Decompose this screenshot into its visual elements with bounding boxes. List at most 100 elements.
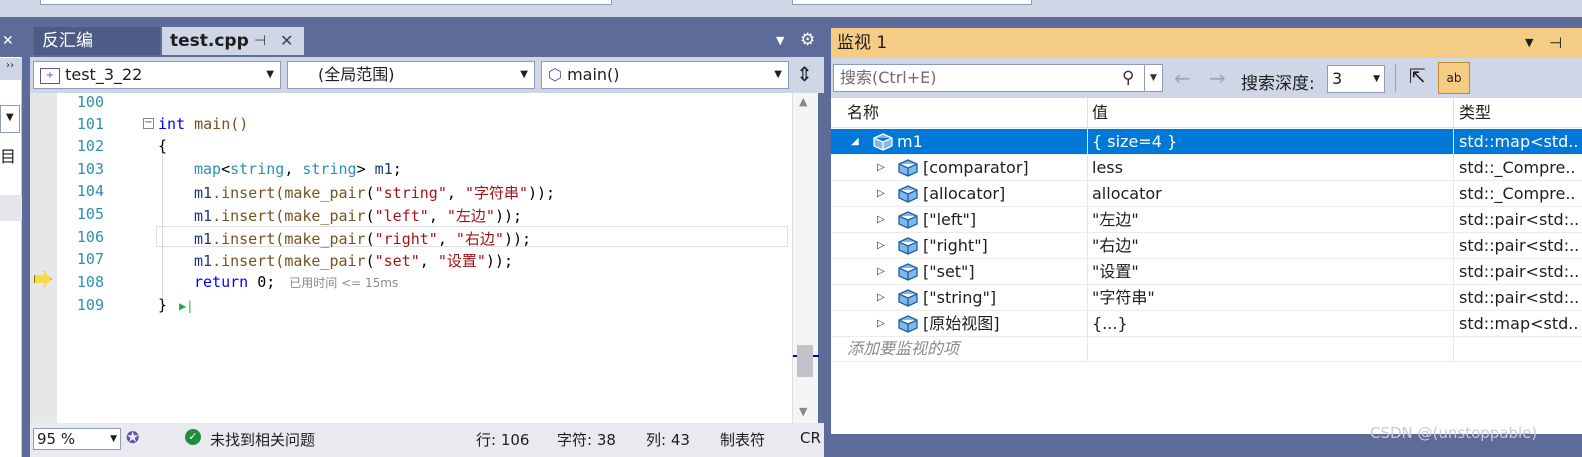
- line-number: 103: [76, 160, 104, 178]
- collapsed-triangle-icon[interactable]: ▷: [877, 181, 885, 206]
- watch-row[interactable]: ▷ [comparator] less std::_Compre..: [831, 155, 1582, 181]
- code-line-102[interactable]: {: [158, 137, 167, 155]
- window-menu-dropdown-icon[interactable]: ▼: [1525, 28, 1533, 58]
- code-line-109[interactable]: } ▶|: [158, 296, 193, 314]
- project-dropdown[interactable]: + test_3_22 ▼: [33, 61, 281, 89]
- watch-row[interactable]: ▷ [原始视图] {...} std::map<std..: [831, 311, 1582, 337]
- watch-row[interactable]: ◢ m1 { size=4 } std::map<std..: [831, 129, 1582, 155]
- watch-row-value[interactable]: "字符串": [1092, 288, 1155, 307]
- panel-splitter[interactable]: [824, 17, 831, 457]
- function-signature: main(): [185, 115, 249, 133]
- collapsed-triangle-icon[interactable]: ▷: [877, 259, 885, 284]
- left-panel-selected-item[interactable]: [0, 195, 22, 221]
- collapsed-triangle-icon[interactable]: ▷: [877, 233, 885, 258]
- variable: m1: [374, 160, 393, 178]
- watch-row-value[interactable]: "右边": [1092, 236, 1139, 255]
- code-line-106[interactable]: m1.insert(make_pair("right", "右边"));: [194, 228, 531, 249]
- method-call: .insert(: [212, 252, 285, 270]
- watch-row-type: std::_Compre..: [1459, 158, 1576, 177]
- watch-row-type: std::pair<std:..: [1459, 210, 1580, 229]
- line-number: 104: [76, 182, 104, 200]
- tabs-indicator[interactable]: 制表符: [720, 429, 765, 450]
- indicator-margin[interactable]: [30, 93, 57, 423]
- brace: {: [158, 137, 168, 155]
- search-depth-dropdown[interactable]: 3 ▼: [1327, 65, 1385, 93]
- variable: m1: [194, 252, 213, 270]
- collapsed-triangle-icon[interactable]: ▷: [877, 285, 885, 310]
- close-icon[interactable]: ✕: [2, 33, 14, 49]
- collapsed-triangle-icon[interactable]: ▷: [877, 311, 885, 336]
- scope-dropdown[interactable]: (全局范围) ▼: [287, 61, 535, 89]
- line-number: 100: [76, 93, 104, 111]
- add-watch-row[interactable]: 添加要监视的项: [831, 336, 1582, 362]
- tab-test-cpp[interactable]: test.cpp ⊣ ✕: [162, 27, 304, 55]
- watch-row-value[interactable]: less: [1092, 158, 1123, 177]
- char-indicator[interactable]: 字符: 38: [557, 429, 616, 450]
- expanded-triangle-icon[interactable]: ◢: [851, 129, 859, 154]
- code-line-103[interactable]: map<string, string> m1;: [194, 160, 402, 178]
- run-to-click-icon[interactable]: ▶|: [179, 299, 193, 313]
- gear-icon[interactable]: ⚙: [800, 30, 815, 50]
- chevron-down-icon[interactable]: ▼: [1144, 65, 1162, 91]
- watch-row-name: ["set"]: [923, 262, 975, 281]
- issues-status[interactable]: 未找到相关问题: [210, 429, 315, 450]
- watch-row[interactable]: ▷ ["string"] "字符串" std::pair<std:..: [831, 285, 1582, 311]
- watch-row-type: std::map<std..: [1459, 314, 1579, 333]
- watch-row-value[interactable]: { size=4 }: [1092, 132, 1177, 151]
- search-icon[interactable]: ⚲: [1122, 65, 1134, 91]
- tab-list-dropdown-icon[interactable]: ▼: [776, 34, 784, 47]
- column-header-type[interactable]: 类型: [1454, 98, 1582, 128]
- code-line-107[interactable]: m1.insert(make_pair("set", "设置"));: [194, 250, 513, 271]
- code-line-105[interactable]: m1.insert(make_pair("left", "左边"));: [194, 205, 522, 226]
- object-cube-icon: [898, 289, 918, 307]
- toolbar-combo-edge-2[interactable]: [792, 0, 1032, 5]
- left-panel-dropdown[interactable]: ▼: [0, 105, 20, 133]
- editor-vertical-scrollbar[interactable]: ▲ ▼: [792, 93, 819, 423]
- zoom-dropdown[interactable]: 95 % ▼: [33, 428, 121, 450]
- split-window-icon[interactable]: ⇕: [796, 62, 813, 86]
- member-dropdown[interactable]: ⬡ main() ▼: [541, 61, 789, 89]
- view-toggle-icon[interactable]: ab: [1438, 62, 1470, 94]
- type-string: string: [230, 160, 285, 178]
- watch-row-value[interactable]: {...}: [1092, 314, 1128, 333]
- watch-row-value[interactable]: "左边": [1092, 210, 1139, 229]
- collapse-icon[interactable]: −: [143, 118, 154, 129]
- scroll-thumb[interactable]: [797, 345, 813, 377]
- toolbar-combo-edge[interactable]: [40, 0, 612, 5]
- column-header-name[interactable]: 名称: [831, 98, 1088, 128]
- left-panel-header: ✕: [0, 17, 22, 57]
- col-indicator[interactable]: 列: 43: [646, 429, 690, 450]
- line-indicator[interactable]: 行: 106: [476, 429, 529, 450]
- code-line-101[interactable]: int main(): [158, 115, 248, 133]
- watch-row-type: std::pair<std:..: [1459, 262, 1580, 281]
- watch-search-input[interactable]: 搜索(Ctrl+E) ⚲ ▼: [833, 64, 1163, 92]
- scope-name: (全局范围): [318, 65, 395, 84]
- watch-row[interactable]: ▷ [allocator] allocator std::_Compre..: [831, 181, 1582, 207]
- scroll-up-icon[interactable]: ▲: [799, 95, 807, 108]
- watch-row[interactable]: ▷ ["left"] "左边" std::pair<std:..: [831, 207, 1582, 233]
- watch-row[interactable]: ▷ ["right"] "右边" std::pair<std:..: [831, 233, 1582, 259]
- watch-row-value[interactable]: "设置": [1092, 262, 1139, 281]
- overflow-icon[interactable]: ››: [6, 60, 14, 71]
- back-arrow-icon[interactable]: ←: [1174, 66, 1191, 90]
- pin-icon[interactable]: ⊣: [254, 27, 266, 55]
- column-header-value[interactable]: 值: [1088, 98, 1454, 128]
- pin-icon[interactable]: ⊣: [1549, 28, 1562, 58]
- watch-row-value[interactable]: allocator: [1092, 184, 1162, 203]
- watch-row-name: ["string"]: [923, 288, 997, 307]
- forward-arrow-icon[interactable]: →: [1209, 66, 1226, 90]
- eol-indicator[interactable]: CR: [800, 429, 821, 447]
- line-number: 108: [76, 273, 104, 291]
- watch-row[interactable]: ▷ ["set"] "设置" std::pair<std:..: [831, 259, 1582, 285]
- intellicode-icon[interactable]: ✪: [126, 428, 139, 447]
- code-line-104[interactable]: m1.insert(make_pair("string", "字符串"));: [194, 182, 555, 203]
- scroll-down-icon[interactable]: ▼: [799, 405, 807, 418]
- collapsed-triangle-icon[interactable]: ▷: [877, 207, 885, 232]
- pin-watch-icon[interactable]: ⇱: [1409, 64, 1426, 88]
- tab-disassembly[interactable]: 反汇编: [34, 27, 160, 55]
- collapsed-triangle-icon[interactable]: ▷: [877, 155, 885, 180]
- close-icon[interactable]: ✕: [280, 27, 293, 55]
- code-line-108[interactable]: return 0; 已用时间 <= 15ms: [194, 273, 398, 291]
- watch-title: 监视 1: [837, 33, 888, 53]
- add-watch-placeholder[interactable]: 添加要监视的项: [847, 336, 959, 361]
